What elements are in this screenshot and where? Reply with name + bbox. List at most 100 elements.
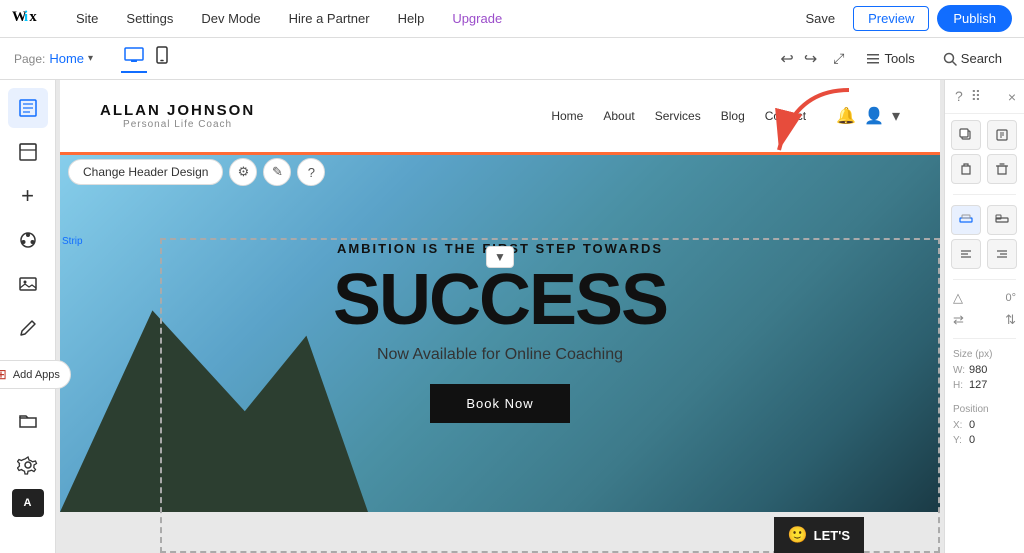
hero-cta-button[interactable]: Book Now [430,384,569,423]
preview-button[interactable]: Preview [853,6,929,31]
flip-v-icon[interactable]: ⇅ [1005,312,1016,328]
search-button[interactable]: Search [935,47,1010,70]
add-apps-label: Add Apps [13,369,60,381]
sidebar-pages-icon[interactable] [8,88,48,128]
sidebar-media-icon[interactable] [8,264,48,304]
bell-icon[interactable]: 🔔 [836,106,856,126]
change-header-button[interactable]: Change Header Design [68,159,223,185]
user-icon[interactable]: 👤 [864,106,884,126]
panel-action-grid [945,114,1024,190]
panel-delete-btn[interactable] [987,154,1017,184]
panel-align-left-btn[interactable] [951,239,981,269]
width-value: 980 [969,364,987,376]
help-panel-icon[interactable]: ? [953,86,965,107]
drag-panel-icon[interactable]: ⠿ [969,86,983,107]
chevron-down-icon: ▾ [88,53,93,64]
nav-about[interactable]: About [603,109,634,123]
publish-button[interactable]: Publish [937,5,1012,32]
redo-button[interactable]: ↪ [802,47,819,71]
position-section: Position X: 0 Y: 0 [945,400,1024,453]
download-arrow-button[interactable]: ▼ [486,246,514,268]
sidebar-add-icon[interactable]: + [8,176,48,216]
panel-duplicate-btn[interactable] [951,120,981,150]
left-sidebar: + ⊞ Add Apps A [0,80,56,553]
site-nav: Home About Services Blog Contact 🔔 👤 ▾ [551,106,900,126]
sidebar-settings-icon[interactable] [8,445,48,485]
style-edit-button[interactable]: ✎ [263,158,291,186]
secondary-right-controls: ↩ ↪ ⤢ Tools Search [778,47,1010,71]
top-menu-bar: W i x Site Settings Dev Mode Hire a Part… [0,0,1024,38]
site-logo-name: ALLAN JOHNSON [100,102,255,119]
menu-actions: Save Preview Publish [795,5,1012,32]
y-value: 0 [969,434,975,446]
sidebar-folder-icon[interactable] [8,401,48,441]
menu-help[interactable]: Help [394,9,429,28]
sidebar-wix-icon[interactable]: A [12,489,44,517]
chat-smiley-icon: 🙂 [788,525,808,545]
panel-align-right-btn[interactable] [987,239,1017,269]
height-row: H: 127 [953,379,1016,391]
hero-content: AMBITION IS THE FIRST STEP TOWARDS SUCCE… [60,241,940,423]
menu-upgrade[interactable]: Upgrade [448,9,506,28]
panel-layer2-btn[interactable] [987,205,1017,235]
panel-copy-style-btn[interactable] [987,120,1017,150]
page-selector[interactable]: Page: Home ▾ [14,51,93,66]
panel-layer-active-btn[interactable] [951,205,981,235]
right-panel: ? ⠿ × [944,80,1024,553]
sidebar-theme-icon[interactable] [8,220,48,260]
main-area: + ⊞ Add Apps A ALLAN J [0,80,1024,553]
strip-label: Strip [62,236,83,247]
svg-text:i: i [24,9,28,25]
chat-label: LET'S [814,528,850,543]
mobile-device-icon[interactable] [153,43,171,74]
panel-divider-3 [953,338,1016,339]
undo-button[interactable]: ↩ [778,47,795,71]
nav-services[interactable]: Services [655,109,701,123]
width-row: W: 980 [953,364,1016,376]
page-label: Page: [14,52,45,66]
tools-button[interactable]: Tools [858,47,922,70]
menu-site[interactable]: Site [72,9,102,28]
add-apps-button[interactable]: ⊞ Add Apps [0,360,71,389]
nav-blog[interactable]: Blog [721,109,745,123]
tools-icon [866,52,880,66]
header-edit-bar: Change Header Design ⚙ ✎ ? [60,154,333,190]
nav-chevron-icon: ▾ [892,106,900,126]
device-icons [121,43,171,74]
menu-hire-partner[interactable]: Hire a Partner [285,9,374,28]
size-label: Size (px) [953,349,1016,360]
settings-edit-button[interactable]: ⚙ [229,158,257,186]
zoom-fit-button[interactable]: ⤢ [831,48,846,69]
panel-rotate-row: △ 0° [953,290,1016,306]
nav-home[interactable]: Home [551,109,583,123]
chat-widget[interactable]: 🙂 LET'S [774,517,864,553]
y-key-label: Y: [953,435,965,446]
undo-redo-group: ↩ ↪ [778,47,819,71]
menu-settings[interactable]: Settings [122,9,177,28]
desktop-device-icon[interactable] [121,44,147,73]
panel-paste-style-btn[interactable] [951,154,981,184]
page-name: Home [49,51,84,66]
search-icon [943,52,957,66]
menu-devmode[interactable]: Dev Mode [197,9,264,28]
save-button[interactable]: Save [795,7,845,30]
size-section: Size (px) W: 980 H: 127 [945,343,1024,400]
rotate-icon[interactable]: △ [953,290,963,306]
rotate-value: 0° [1005,292,1016,304]
close-panel-button[interactable]: × [1008,89,1016,105]
site-header[interactable]: ALLAN JOHNSON Personal Life Coach Home A… [60,80,940,152]
sidebar-sections-icon[interactable] [8,132,48,172]
height-value: 127 [969,379,987,391]
sidebar-pen-icon[interactable] [8,308,48,348]
flip-h-icon[interactable]: ⇄ [953,312,964,328]
canvas: ALLAN JOHNSON Personal Life Coach Home A… [56,80,944,553]
nav-contact[interactable]: Contact [765,109,806,123]
canvas-inner: ALLAN JOHNSON Personal Life Coach Home A… [60,80,940,553]
secondary-bar: Page: Home ▾ ↩ ↪ ⤢ Tools Search [0,38,1024,80]
right-panel-header: ? ⠿ × [945,80,1024,114]
hero-section[interactable]: AMBITION IS THE FIRST STEP TOWARDS SUCCE… [60,152,940,512]
panel-divider-1 [953,194,1016,195]
panel-divider-2 [953,279,1016,280]
hero-title: SUCCESS [60,264,940,336]
help-edit-button[interactable]: ? [297,158,325,186]
